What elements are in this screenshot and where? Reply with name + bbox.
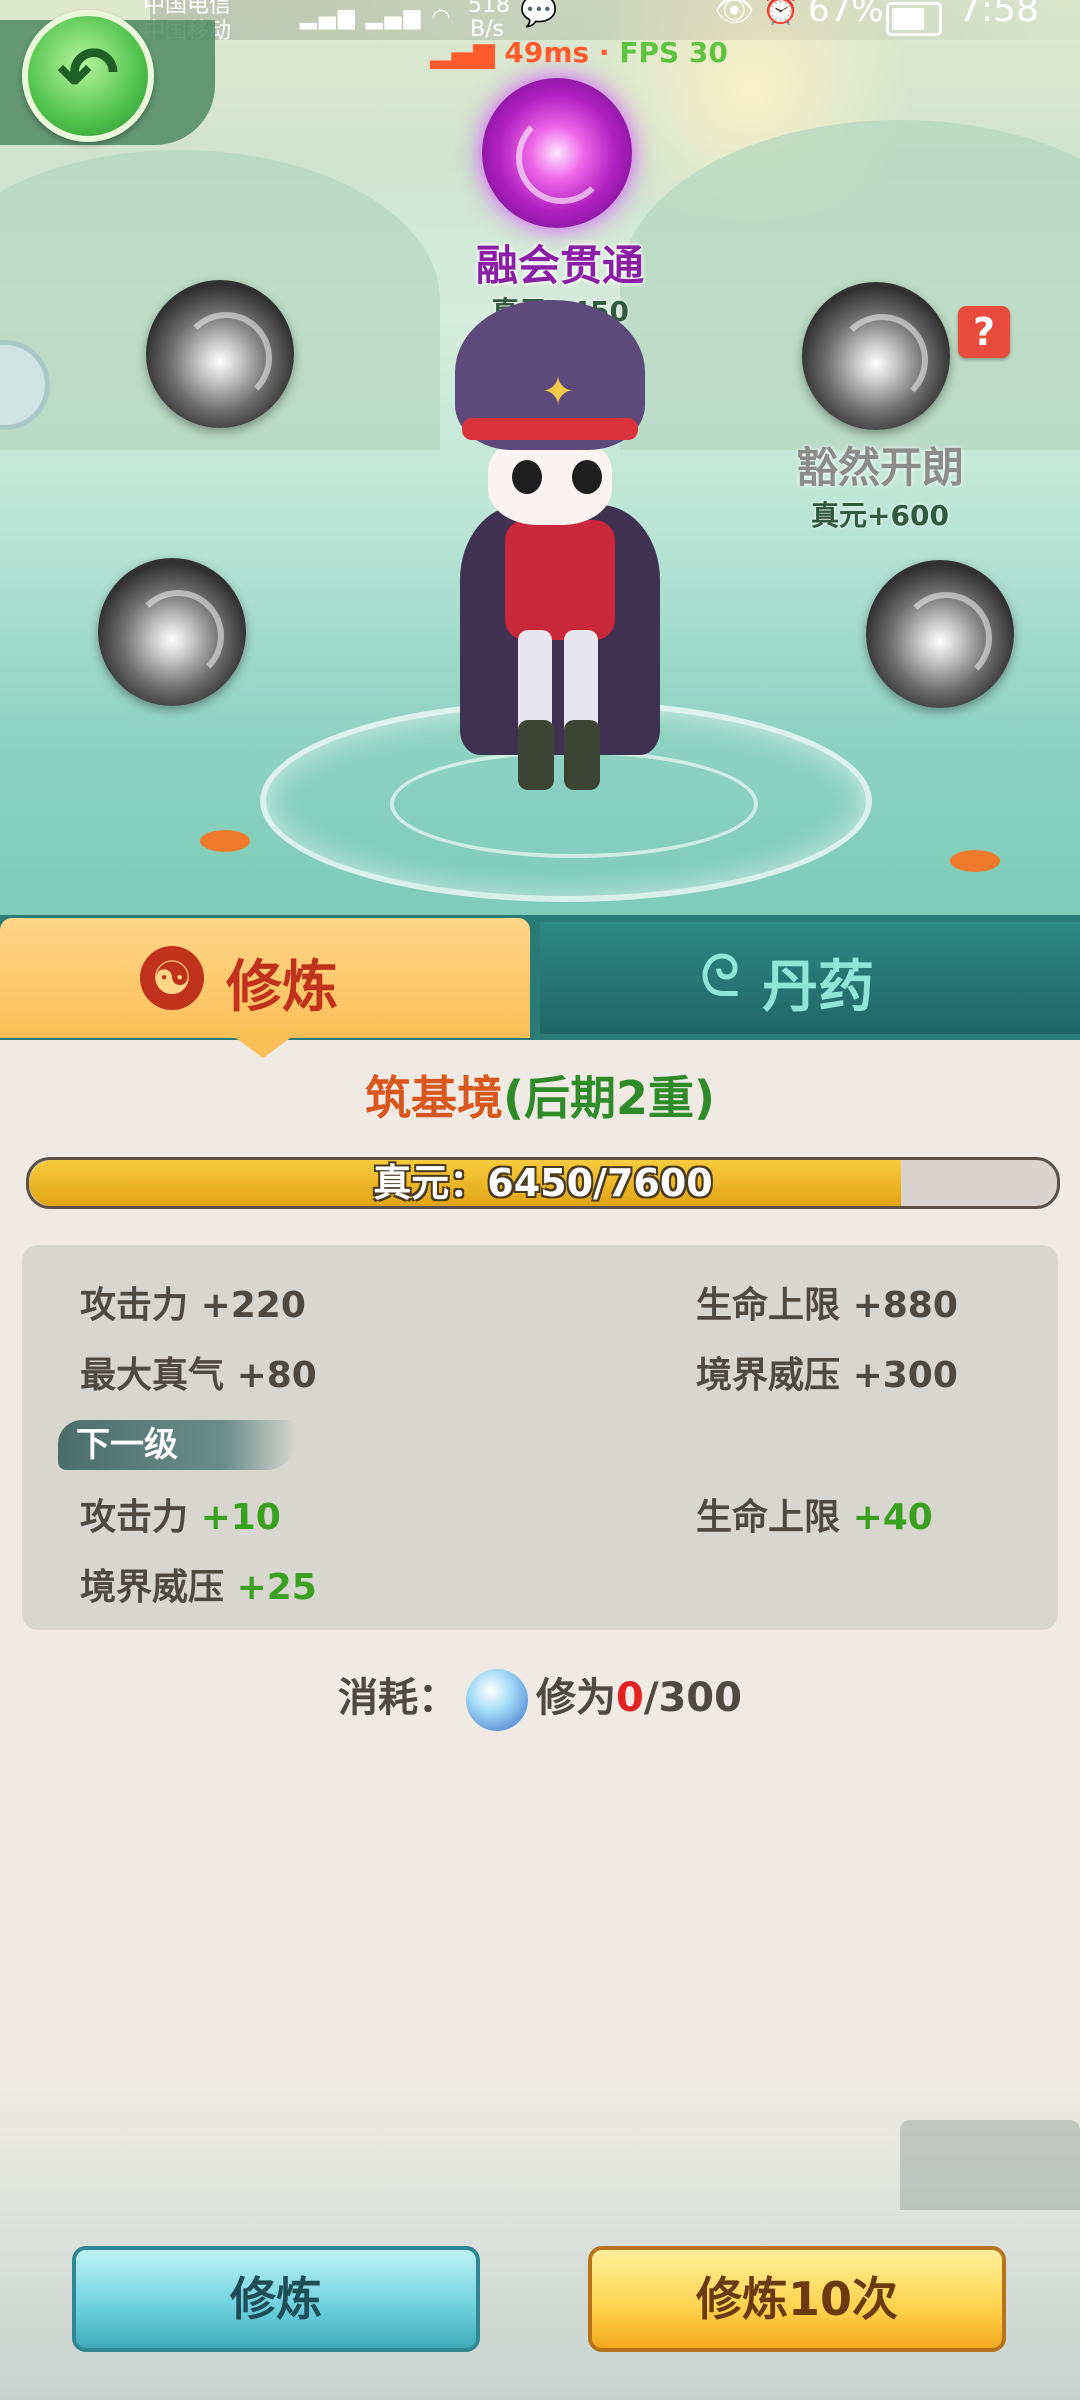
cultivation-scene: 中国电信 中国移动 ▂▄▆ ▂▄▆ ◠ 518 B/s 💬 👁 ⏰ 67% 7:… xyxy=(0,0,1080,915)
stat-value: +80 xyxy=(236,1355,317,1396)
alarm-icon: ⏰ xyxy=(762,0,800,27)
ping-bars-icon: ▂▄▆ xyxy=(430,36,495,69)
battery-percent: 67% xyxy=(808,0,884,30)
stat-pressure: 境界威压 +300 xyxy=(696,1346,958,1398)
message-icon: 💬 xyxy=(520,0,558,29)
next-stat-attack: 攻击力 +10 xyxy=(80,1488,281,1540)
net-speed: 518 xyxy=(468,0,510,18)
swirl-icon: ᘓ xyxy=(699,942,741,1010)
next-stat-pressure: 境界威压 +25 xyxy=(80,1558,317,1610)
back-button[interactable]: ↶ xyxy=(22,10,154,142)
cost-label: 消耗： xyxy=(338,1675,459,1721)
stat-value: +300 xyxy=(852,1355,958,1396)
character-avatar: ✦ xyxy=(440,300,680,820)
node-orb-locked[interactable] xyxy=(866,560,1014,708)
character-boot xyxy=(564,720,600,790)
stat-value: +880 xyxy=(852,1285,958,1326)
stat-value: +220 xyxy=(200,1285,306,1326)
progress-text: 真元：6450/7600 xyxy=(26,1157,1060,1209)
node-orb-locked[interactable] xyxy=(98,558,246,706)
cultivation-gem-icon xyxy=(466,1669,529,1731)
clock: 7:58 xyxy=(958,0,1039,30)
hat-emblem-icon: ✦ xyxy=(541,369,575,415)
stat-label: 境界威压 xyxy=(80,1567,225,1608)
cultivate-10-button[interactable]: 修炼10次 xyxy=(588,2246,1006,2352)
tab-medicine-label: 丹药 xyxy=(762,955,874,1020)
stat-label: 攻击力 xyxy=(80,1285,189,1326)
cost-item: 修为 xyxy=(536,1675,617,1721)
next-node-bonus: 真元+600 xyxy=(811,499,949,532)
next-stat-hp: 生命上限 +40 xyxy=(696,1488,933,1540)
pavilion-silhouette xyxy=(900,2120,1080,2210)
tab-indicator xyxy=(225,1030,301,1058)
stat-label: 境界威压 xyxy=(696,1355,841,1396)
progress-label: 真元： xyxy=(373,1161,488,1205)
cost-row: 消耗： 修为0/300 xyxy=(0,1665,1080,1731)
stat-value: +10 xyxy=(200,1497,281,1538)
stat-label: 最大真气 xyxy=(80,1355,225,1396)
character-eye xyxy=(572,460,602,494)
signal-icon: ▂▄▆ ▂▄▆ ◠ xyxy=(300,5,453,30)
tab-medicine[interactable]: ᘓ 丹药 xyxy=(540,922,1080,1034)
character-eye xyxy=(512,460,542,494)
stat-max-qi: 最大真气 +80 xyxy=(80,1346,317,1398)
tab-cultivate[interactable]: ☯ 修炼 xyxy=(0,918,530,1038)
koi-fish xyxy=(950,850,1000,872)
separator-dot: · xyxy=(598,36,610,69)
next-node-name: 豁然开朗 xyxy=(795,443,964,492)
character-body xyxy=(505,520,615,640)
network-overlay: ▂▄▆ 49ms · FPS 30 xyxy=(430,36,728,69)
realm-title: 筑基境(后期2重) xyxy=(0,1062,1080,1128)
tab-cultivate-label: 修炼 xyxy=(226,955,338,1020)
progress-value: 6450/7600 xyxy=(487,1161,713,1205)
cost-need: /300 xyxy=(643,1675,742,1721)
cost-have: 0 xyxy=(616,1675,644,1721)
realm-name: 筑基境 xyxy=(364,1071,503,1125)
character-boot xyxy=(518,720,554,790)
stat-label: 攻击力 xyxy=(80,1497,189,1538)
stat-value: +25 xyxy=(236,1567,317,1608)
realm-stage: (后期2重) xyxy=(502,1071,716,1125)
stat-hp: 生命上限 +880 xyxy=(696,1276,958,1328)
node-orb-next[interactable] xyxy=(802,282,950,430)
node-orb-locked[interactable] xyxy=(146,280,294,428)
next-level-tag: 下一级 xyxy=(58,1420,296,1470)
stat-label: 生命上限 xyxy=(696,1497,841,1538)
ping-value: 49ms xyxy=(504,36,590,69)
stat-attack: 攻击力 +220 xyxy=(80,1276,306,1328)
stat-label: 生命上限 xyxy=(696,1285,841,1326)
yin-yang-icon: ☯ xyxy=(140,946,204,1010)
fps-value: FPS 30 xyxy=(619,36,728,69)
koi-fish xyxy=(200,830,250,852)
cultivate-button[interactable]: 修炼 xyxy=(72,2246,480,2352)
help-button[interactable]: ? xyxy=(958,306,1010,358)
stat-value: +40 xyxy=(852,1497,933,1538)
character-headband xyxy=(462,418,638,440)
back-arrow-icon: ↶ xyxy=(56,31,119,117)
node-orb-active[interactable] xyxy=(482,78,632,228)
battery-icon xyxy=(886,2,942,36)
eye-icon: 👁 xyxy=(714,0,755,29)
active-node-name: 融会贯通 xyxy=(475,241,644,290)
carrier-1: 中国电信 xyxy=(143,0,232,18)
